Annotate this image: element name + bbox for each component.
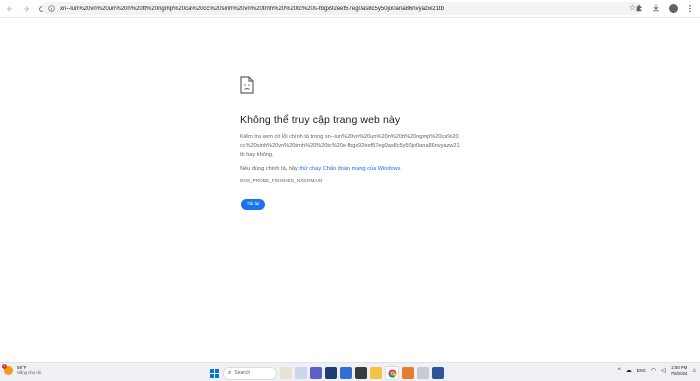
arrow-left-icon: [6, 5, 12, 12]
volume-icon[interactable]: ◁: [661, 367, 666, 374]
error-hint-suffix: .: [400, 166, 403, 172]
site-info-button[interactable]: [46, 4, 56, 14]
error-code: DNS_PROBE_FINISHED_NXDOMAIN: [240, 178, 323, 183]
network-diagnostics-link[interactable]: thử chạy Chẩn đoán mạng của Windows: [299, 166, 400, 172]
app-icon[interactable]: [417, 367, 429, 379]
sad-document-icon: [240, 76, 254, 94]
file-explorer-icon[interactable]: [370, 367, 382, 379]
taskbar-search-placeholder: Search: [234, 370, 251, 376]
avatar-icon: [668, 3, 678, 13]
downloads-button[interactable]: [650, 2, 662, 14]
error-content: Không thể truy cập trang web này Kiểm tr…: [240, 76, 470, 183]
menu-button[interactable]: [684, 2, 696, 14]
teams-app-icon[interactable]: [310, 367, 322, 379]
l-app-icon[interactable]: [325, 367, 337, 379]
notification-badge: 1: [2, 363, 7, 369]
app-icon[interactable]: [340, 367, 352, 379]
address-bar[interactable]: xn--lun%20vn%20un%20n%20tt%20ngmp%20ca%2…: [42, 2, 642, 15]
forward-button[interactable]: [19, 2, 32, 15]
language-indicator[interactable]: ENG: [637, 368, 646, 373]
chrome-logo-icon: [387, 368, 397, 378]
kebab-menu-icon: [689, 4, 691, 12]
clock[interactable]: 2:50 PM 7/8/2024: [671, 365, 688, 376]
wifi-icon[interactable]: ◠: [651, 367, 656, 374]
word-app-icon[interactable]: [432, 367, 444, 379]
url-text[interactable]: xn--lun%20vn%20un%20n%20tt%20ngmp%20ca%2…: [60, 6, 444, 12]
task-view-icon[interactable]: [295, 367, 307, 379]
reload-button[interactable]: Tải lại: [241, 199, 265, 210]
error-title: Không thể truy cập trang web này: [240, 114, 401, 126]
back-button[interactable]: [3, 2, 16, 15]
taskbar-search[interactable]: ⌕ Search: [223, 366, 277, 380]
widgets-app-icon[interactable]: [280, 367, 292, 379]
bell-icon[interactable]: ⌂: [692, 368, 696, 374]
search-icon: ⌕: [228, 369, 232, 376]
error-description: Kiểm tra xem có lỗi chính tả trong xn--l…: [240, 134, 460, 158]
cloud-icon[interactable]: ☁: [626, 367, 632, 374]
taskbar: 1 59°F Nắng nhẹ rải ⌕ Search ^ ☁ ENG ◠ ◁…: [0, 362, 700, 381]
download-icon: [653, 4, 659, 12]
sun-icon: 1: [2, 363, 13, 375]
arrow-right-icon: [23, 5, 29, 12]
error-hint: Nếu đúng chính tả, hãy thử chạy Chẩn đoá…: [240, 166, 470, 172]
extensions-button[interactable]: [633, 2, 645, 14]
weather-condition: Nắng nhẹ rải: [17, 370, 41, 375]
app-icon[interactable]: [355, 367, 367, 379]
weather-widget[interactable]: 1 59°F Nắng nhẹ rải: [2, 363, 41, 375]
windows-logo-icon: [209, 368, 219, 378]
chevron-up-icon[interactable]: ^: [618, 368, 621, 374]
profile-button[interactable]: [667, 2, 679, 14]
start-button[interactable]: [208, 367, 220, 379]
puzzle-icon: [636, 4, 642, 12]
error-hint-prefix: Nếu đúng chính tả, hãy: [240, 166, 300, 172]
browser-toolbar: xn--lun%20vn%20un%20n%20tt%20ngmp%20ca%2…: [0, 0, 700, 18]
date-text: 7/8/2024: [670, 370, 688, 376]
chrome-icon[interactable]: [385, 366, 399, 380]
app-icon[interactable]: [402, 367, 414, 379]
info-icon: [47, 5, 55, 12]
